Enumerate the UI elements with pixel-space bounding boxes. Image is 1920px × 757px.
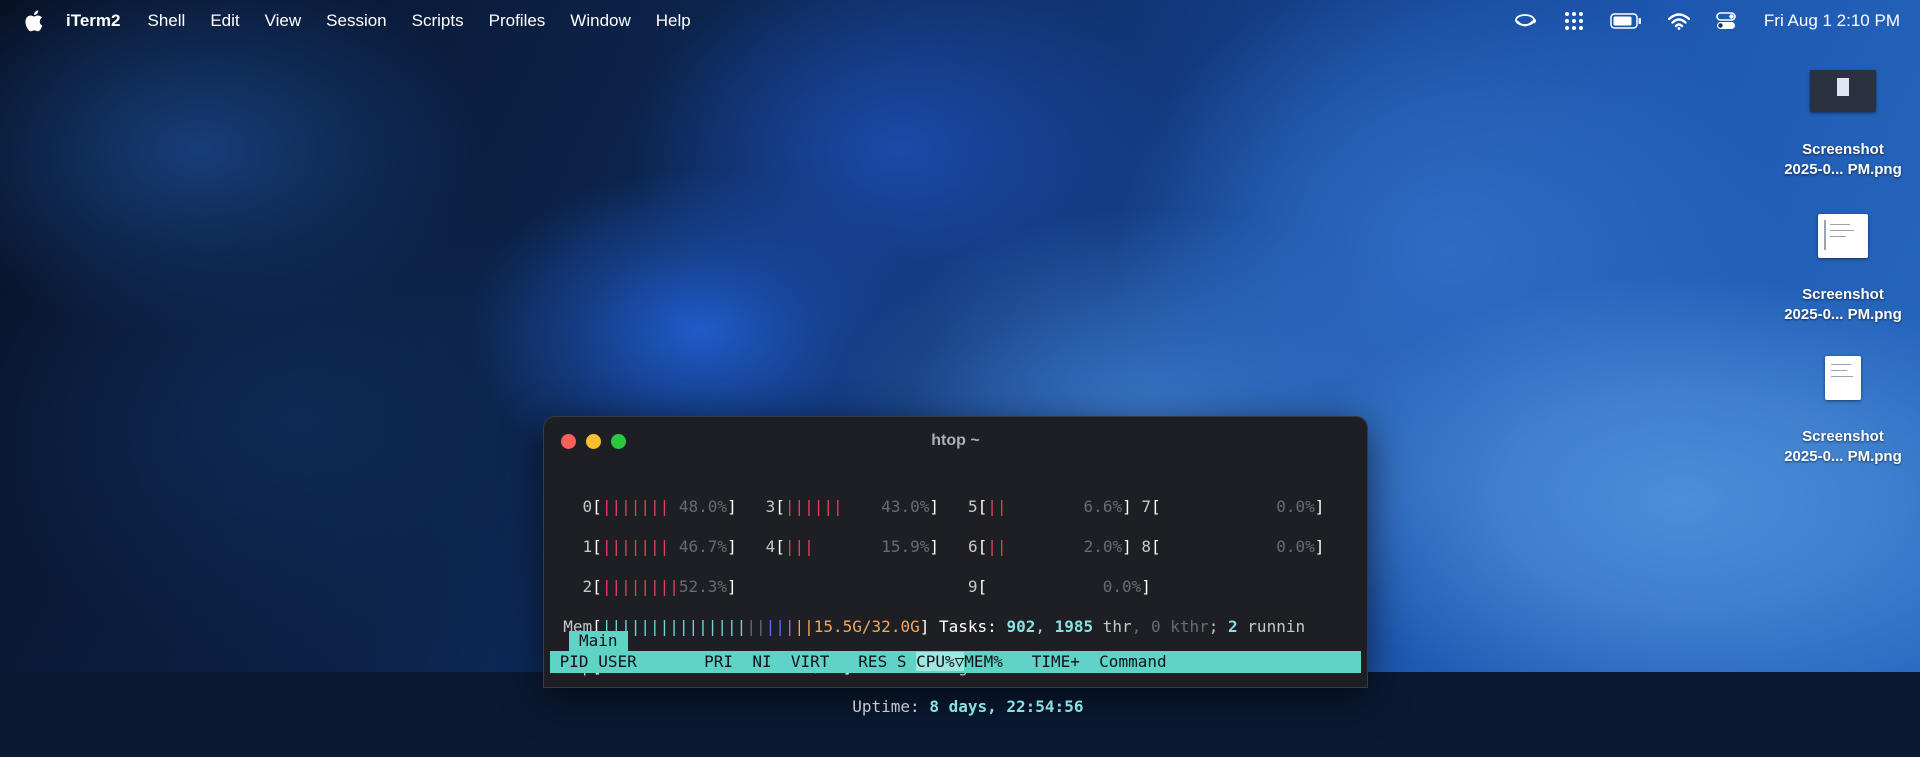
- menu-bar: iTerm2 Shell Edit View Session Scripts P…: [0, 0, 1920, 42]
- cpu-id: 7: [1141, 497, 1151, 516]
- running-count: 2: [1228, 617, 1238, 636]
- menu-session[interactable]: Session: [326, 11, 386, 31]
- cpu-percent: 0.0%: [1276, 497, 1315, 516]
- window-titlebar[interactable]: htop ~: [544, 417, 1367, 467]
- htop-tab-main[interactable]: Main: [569, 631, 628, 651]
- file-thumbnail: [1818, 214, 1868, 258]
- cpu-percent: 15.9%: [881, 537, 930, 556]
- file-name-line1: Screenshot: [1802, 428, 1884, 445]
- menu-view[interactable]: View: [265, 11, 302, 31]
- menu-profiles[interactable]: Profiles: [489, 11, 546, 31]
- cpu-percent: 6.6%: [1083, 497, 1123, 516]
- control-center-icon[interactable]: [1716, 12, 1736, 30]
- file-name-line2: 2025-0... PM.png: [1784, 448, 1902, 465]
- file-thumbnail: [1810, 70, 1876, 112]
- memory-meter-row: Mem[||||||||||||||||||||||15.5G/32.0G] T…: [563, 617, 1306, 636]
- col-ni[interactable]: NI: [752, 652, 771, 671]
- menu-scripts[interactable]: Scripts: [412, 11, 464, 31]
- cpu-id: 6: [967, 537, 978, 556]
- running-label: runnin: [1247, 617, 1306, 636]
- desktop-file-3[interactable]: Screenshot 2025-0... PM.png: [1768, 356, 1918, 467]
- col-res[interactable]: RES: [858, 652, 887, 671]
- menu-window[interactable]: Window: [570, 11, 630, 31]
- cpu-id: 0: [582, 497, 593, 516]
- col-time[interactable]: TIME+: [1032, 652, 1080, 671]
- window-title: htop ~: [931, 432, 980, 449]
- cpu-percent: 0.0%: [1276, 537, 1315, 556]
- col-pid[interactable]: PID: [560, 652, 589, 671]
- col-pri[interactable]: PRI: [704, 652, 733, 671]
- threads-label: thr: [1102, 617, 1132, 636]
- mem-value: 15.5G/32.0G: [813, 617, 920, 636]
- col-cpu[interactable]: CPU%▽: [916, 652, 964, 671]
- cpu-meter-row: 2[||||||||52.3%] 9[ 0.0%]: [582, 577, 1151, 596]
- uptime-row: Uptime: 8 days, 22:54:56: [544, 697, 1367, 717]
- cpu-id: 1: [582, 537, 593, 556]
- file-name-line1: Screenshot: [1802, 286, 1884, 303]
- cpu-id: 4: [765, 537, 776, 556]
- menu-app-iterm2[interactable]: iTerm2: [66, 11, 121, 31]
- cpu-id: 5: [967, 497, 978, 516]
- cpu-percent: 46.7%: [678, 537, 728, 556]
- kthreads: 0 kthr: [1150, 617, 1209, 636]
- menu-edit[interactable]: Edit: [210, 11, 239, 31]
- cpu-percent: 2.0%: [1083, 537, 1123, 556]
- cpu-percent: 48.0%: [678, 497, 728, 516]
- col-virt[interactable]: VIRT: [791, 652, 830, 671]
- menu-help[interactable]: Help: [656, 11, 691, 31]
- col-mem[interactable]: MEM%: [964, 652, 1003, 671]
- cpu-id: 9: [967, 577, 978, 596]
- uptime-value: 8 days, 22:54:56: [929, 697, 1084, 716]
- battery-icon[interactable]: [1610, 13, 1642, 29]
- coffee-cup-icon[interactable]: [1514, 12, 1538, 30]
- file-name-line2: 2025-0... PM.png: [1784, 161, 1902, 178]
- cpu-id: 8: [1141, 537, 1152, 556]
- cpu-id: 2: [582, 577, 593, 596]
- menu-clock[interactable]: Fri Aug 1 2:10 PM: [1764, 11, 1900, 31]
- apple-icon[interactable]: [22, 8, 48, 34]
- cpu-meter-row: 1[||||||| 46.7%] 4[||| 15.9%] 6[|| 2.0%]…: [582, 537, 1325, 556]
- cpu-meter-row: 0[||||||| 48.0%] 3[|||||| 43.0%] 5[|| 6.…: [582, 497, 1325, 516]
- cpu-id: 3: [765, 497, 776, 516]
- htop-meters: 0[||||||| 48.0%] 3[|||||| 43.0%] 5[|| 6.…: [544, 477, 1367, 757]
- col-user[interactable]: USER: [598, 652, 637, 671]
- file-name-line2: 2025-0... PM.png: [1784, 306, 1902, 323]
- file-name-line1: Screenshot: [1802, 141, 1884, 158]
- cpu-percent: 0.0%: [1102, 577, 1142, 596]
- col-command[interactable]: Command: [1099, 652, 1166, 671]
- desktop-file-2[interactable]: Screenshot 2025-0... PM.png: [1768, 214, 1918, 325]
- wifi-icon[interactable]: [1667, 12, 1690, 30]
- menu-shell[interactable]: Shell: [148, 11, 186, 31]
- file-thumbnail: [1825, 356, 1861, 400]
- process-table-header: PID USER PRI NI VIRT RES S CPU%▽MEM% TIM…: [550, 651, 1361, 673]
- col-state[interactable]: S: [897, 652, 907, 671]
- tasks-count: 902: [1006, 617, 1036, 636]
- cpu-percent: 43.0%: [881, 497, 930, 516]
- threads-count: 1985: [1054, 617, 1094, 636]
- uptime-label: Uptime:: [852, 697, 920, 716]
- tasks-label: Tasks:: [939, 617, 997, 636]
- iterm-window[interactable]: htop ~ 0[||||||| 48.0%] 3[|||||| 43.0%] …: [543, 416, 1368, 716]
- desktop-file-1[interactable]: Screenshot 2025-0... PM.png: [1768, 70, 1918, 180]
- cpu-percent: 52.3%: [678, 577, 728, 596]
- grid-dots-icon[interactable]: [1564, 11, 1584, 31]
- menu-extras: Fri Aug 1 2:10 PM: [1488, 0, 1900, 42]
